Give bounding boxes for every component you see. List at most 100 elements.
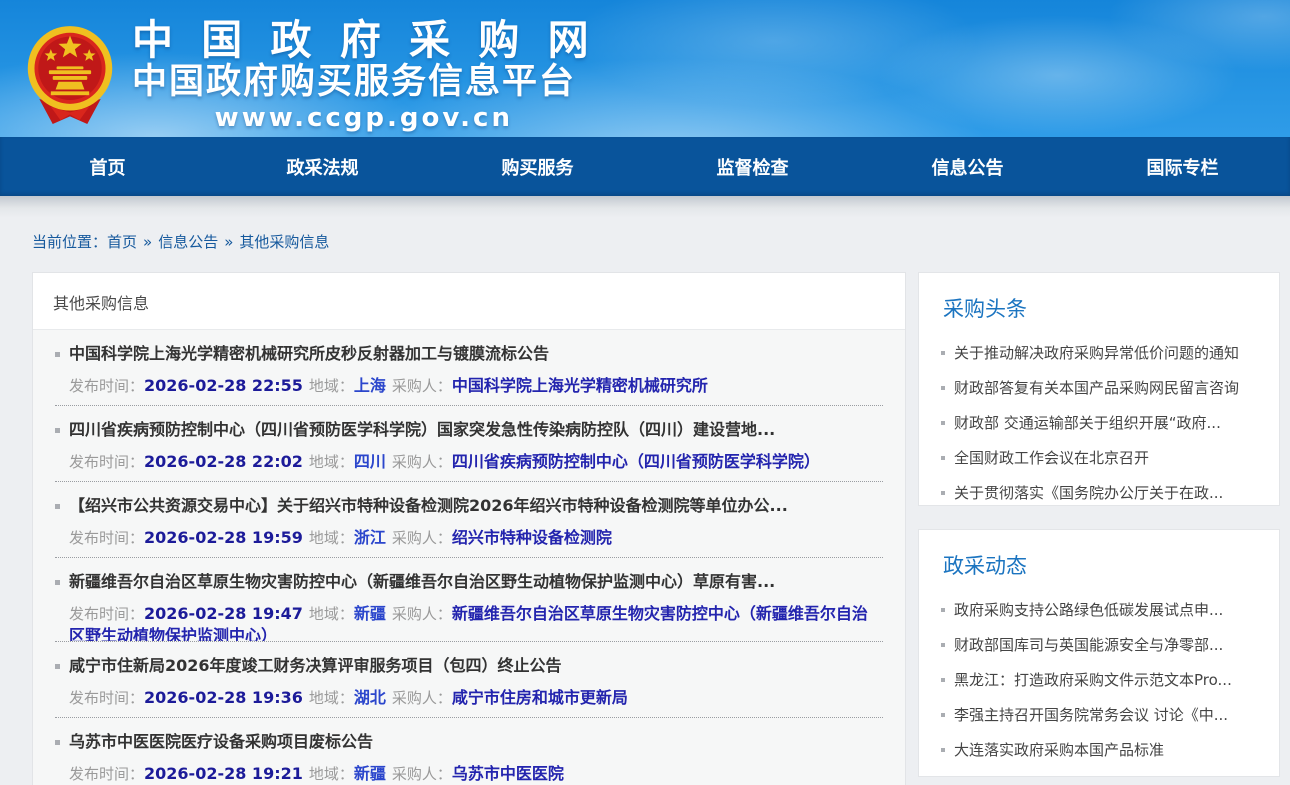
square-bullet-icon: [941, 491, 945, 495]
news-title-link[interactable]: 四川省疾病预防控制中心（四川省预防医学科学院）国家突发急性传染病防控队（四川）建…: [69, 419, 775, 441]
dynamics-link[interactable]: 黑龙江：打造政府采购文件示范文本Pro...: [954, 669, 1232, 690]
dynamics-item: 李强主持召开国务院常务会议 讨论《中...: [941, 697, 1261, 732]
square-bullet-icon: [55, 504, 60, 509]
publish-time-value: 2026-02-28 19:21: [144, 764, 303, 783]
news-meta: 发布时间：2026-02-28 22:55地域：上海采购人：中国科学院上海光学精…: [55, 375, 883, 397]
news-meta: 发布时间：2026-02-28 22:02 地域：四川采购人：四川省疾病预防控制中…: [55, 451, 883, 473]
square-bullet-icon: [941, 678, 945, 682]
dynamics-link[interactable]: 财政部国库司与英国能源安全与净零部...: [954, 634, 1223, 655]
nav-item-announcements[interactable]: 信息公告: [860, 137, 1075, 196]
publish-time-value: 2026-02-28 22:02: [144, 452, 303, 471]
headline-link[interactable]: 关于贯彻落实《国务院办公厅关于在政...: [954, 482, 1223, 503]
headlines-panel-title: 采购头条: [943, 293, 1261, 323]
square-bullet-icon: [941, 643, 945, 647]
news-meta: 发布时间：2026-02-28 19:47地域：新疆采购人：新疆维吾尔自治区草原…: [55, 603, 883, 642]
headline-link[interactable]: 全国财政工作会议在北京召开: [954, 447, 1149, 468]
buyer-link[interactable]: 乌苏市中医医院: [452, 764, 564, 783]
buyer-label: 采购人：: [392, 453, 452, 471]
publish-time-value: 2026-02-28 22:55: [144, 376, 303, 395]
main-nav: 首页 政采法规 购买服务 监督检查 信息公告 国际专栏: [0, 137, 1290, 196]
publish-time-label: 发布时间：: [69, 605, 144, 623]
headline-item: 财政部 交通运输部关于组织开展“政府...: [941, 405, 1261, 440]
dynamics-item: 大连落实政府采购本国产品标准: [941, 732, 1261, 767]
news-title-link[interactable]: 乌苏市中医医院医疗设备采购项目废标公告: [69, 731, 373, 753]
news-title-link[interactable]: 咸宁市住新局2026年度竣工财务决算评审服务项目（包四）终止公告: [69, 655, 562, 677]
buyer-label: 采购人：: [392, 605, 452, 623]
square-bullet-icon: [55, 352, 60, 357]
square-bullet-icon: [941, 748, 945, 752]
dynamics-item: 财政部国库司与英国能源安全与净零部...: [941, 627, 1261, 662]
nav-item-purchase-services[interactable]: 购买服务: [430, 137, 645, 196]
buyer-link[interactable]: 绍兴市特种设备检测院: [452, 528, 612, 547]
nav-item-supervision[interactable]: 监督检查: [645, 137, 860, 196]
region-label: 地域：: [309, 529, 354, 547]
site-header: 中 国 政 府 采 购 网 中国政府购买服务信息平台 www.ccgp.gov.…: [0, 0, 1290, 137]
site-subtitle: 中国政府购买服务信息平台: [132, 62, 596, 102]
headline-link[interactable]: 财政部 交通运输部关于组织开展“政府...: [954, 412, 1221, 433]
other-procurement-panel: 其他采购信息 中国科学院上海光学精密机械研究所皮秒反射器加工与镀膜流标公告 发布…: [32, 272, 906, 785]
region-link[interactable]: 上海: [354, 376, 386, 395]
news-meta: 发布时间：2026-02-28 19:59 地域：浙江采购人：绍兴市特种设备检测院: [55, 527, 883, 549]
headline-item: 关于贯彻落实《国务院办公厅关于在政...: [941, 475, 1261, 506]
publish-time-label: 发布时间：: [69, 689, 144, 707]
site-title: 中 国 政 府 采 购 网: [132, 18, 596, 62]
buyer-link[interactable]: 中国科学院上海光学精密机械研究所: [452, 376, 708, 395]
square-bullet-icon: [55, 664, 60, 669]
news-title-link[interactable]: 新疆维吾尔自治区草原生物灾害防控中心（新疆维吾尔自治区野生动植物保护监测中心）草…: [69, 571, 775, 593]
breadcrumb-home-link[interactable]: 首页: [107, 233, 137, 251]
news-list-item: 咸宁市住新局2026年度竣工财务决算评审服务项目（包四）终止公告 发布时间：20…: [55, 642, 883, 718]
dynamics-item: 黑龙江：打造政府采购文件示范文本Pro...: [941, 662, 1261, 697]
news-title-link[interactable]: 中国科学院上海光学精密机械研究所皮秒反射器加工与镀膜流标公告: [69, 343, 549, 365]
dynamics-panel-title: 政采动态: [943, 550, 1261, 580]
region-label: 地域：: [309, 605, 354, 623]
nav-item-regulations[interactable]: 政采法规: [215, 137, 430, 196]
publish-time-value: 2026-02-28 19:59: [144, 528, 303, 547]
news-list-item: 新疆维吾尔自治区草原生物灾害防控中心（新疆维吾尔自治区野生动植物保护监测中心）草…: [55, 558, 883, 642]
square-bullet-icon: [941, 386, 945, 390]
news-list-item: 【绍兴市公共资源交易中心】关于绍兴市特种设备检测院2026年绍兴市特种设备检测院…: [55, 482, 883, 558]
square-bullet-icon: [55, 740, 60, 745]
region-link[interactable]: 浙江: [354, 528, 386, 547]
region-link[interactable]: 新疆: [354, 764, 386, 783]
news-title-link[interactable]: 【绍兴市公共资源交易中心】关于绍兴市特种设备检测院2026年绍兴市特种设备检测院…: [69, 495, 788, 517]
square-bullet-icon: [941, 713, 945, 717]
dynamics-link[interactable]: 李强主持召开国务院常务会议 讨论《中...: [954, 704, 1228, 725]
region-link[interactable]: 新疆: [354, 604, 386, 623]
dynamics-link[interactable]: 大连落实政府采购本国产品标准: [954, 739, 1164, 760]
publish-time-label: 发布时间：: [69, 765, 144, 783]
buyer-link[interactable]: 咸宁市住房和城市更新局: [452, 688, 628, 707]
nav-item-international[interactable]: 国际专栏: [1075, 137, 1290, 196]
square-bullet-icon: [55, 580, 60, 585]
breadcrumb-section-link[interactable]: 信息公告: [158, 233, 218, 251]
square-bullet-icon: [941, 608, 945, 612]
buyer-label: 采购人：: [392, 377, 452, 395]
headline-item: 全国财政工作会议在北京召开: [941, 440, 1261, 475]
region-label: 地域：: [309, 689, 354, 707]
breadcrumb-separator: »: [224, 233, 233, 251]
buyer-label: 采购人：: [392, 689, 452, 707]
breadcrumb-prefix: 当前位置：: [32, 233, 107, 251]
news-list-item: 四川省疾病预防控制中心（四川省预防医学科学院）国家突发急性传染病防控队（四川）建…: [55, 406, 883, 482]
headline-item: 财政部答复有关本国产品采购网民留言咨询: [941, 370, 1261, 405]
breadcrumb: 当前位置：首页»信息公告»其他采购信息: [0, 218, 1290, 272]
region-label: 地域：: [309, 765, 354, 783]
square-bullet-icon: [941, 456, 945, 460]
news-list: 中国科学院上海光学精密机械研究所皮秒反射器加工与镀膜流标公告 发布时间：2026…: [33, 330, 905, 785]
buyer-link[interactable]: 四川省疾病预防控制中心（四川省预防医学科学院）: [452, 452, 820, 471]
news-list-item: 乌苏市中医医院医疗设备采购项目废标公告 发布时间：2026-02-28 19:2…: [55, 718, 883, 785]
nav-item-home[interactable]: 首页: [0, 137, 215, 196]
buyer-label: 采购人：: [392, 529, 452, 547]
publish-time-label: 发布时间：: [69, 453, 144, 471]
publish-time-label: 发布时间：: [69, 377, 144, 395]
dynamics-link[interactable]: 政府采购支持公路绿色低碳发展试点申...: [954, 599, 1223, 620]
square-bullet-icon: [55, 428, 60, 433]
region-link[interactable]: 湖北: [354, 688, 386, 707]
headline-link[interactable]: 关于推动解决政府采购异常低价问题的通知: [954, 342, 1239, 363]
headlines-panel: 采购头条 关于推动解决政府采购异常低价问题的通知 财政部答复有关本国产品采购网民…: [918, 272, 1280, 506]
region-label: 地域：: [309, 453, 354, 471]
headline-link[interactable]: 财政部答复有关本国产品采购网民留言咨询: [954, 377, 1239, 398]
region-link[interactable]: 四川: [354, 452, 386, 471]
nav-shadow-strip: [0, 196, 1290, 218]
publish-time-label: 发布时间：: [69, 529, 144, 547]
news-meta: 发布时间：2026-02-28 19:36地域：湖北采购人：咸宁市住房和城市更新…: [55, 687, 883, 709]
